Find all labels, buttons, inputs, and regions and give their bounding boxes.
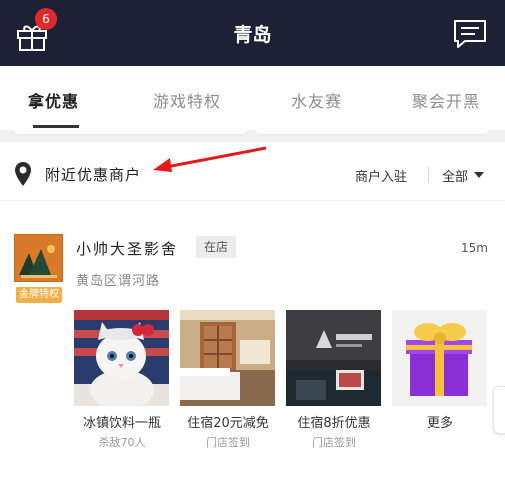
tab-fan-match[interactable]: 水友赛: [291, 88, 342, 112]
merchant-name[interactable]: 小帅大圣影舍: [76, 238, 178, 259]
annotation-arrow: [153, 146, 267, 172]
in-store-tag: 在店: [196, 236, 236, 258]
caret-down-icon[interactable]: [474, 172, 484, 178]
offer-image-cat[interactable]: [74, 310, 169, 406]
more-offers-link[interactable]: 更多: [390, 412, 490, 431]
merchant-join-link[interactable]: 商户入驻: [355, 166, 407, 185]
filter-dropdown[interactable]: 全部: [442, 166, 468, 185]
offer-subtitle: 门店签到: [206, 436, 250, 449]
offer-subtitle: 门店签到: [312, 436, 356, 449]
tab-discounts[interactable]: 拿优惠: [28, 88, 79, 112]
merchant-logo[interactable]: [14, 234, 63, 282]
offer-subtitle: 杀敌70人: [98, 436, 146, 449]
merchant-address: 黄岛区谓河路: [76, 274, 161, 289]
offer-title[interactable]: 住宿8折优惠: [284, 412, 384, 431]
location-pin-icon: [15, 162, 31, 186]
floating-side-button[interactable]: [493, 386, 505, 434]
top-bar: 6 青岛: [0, 0, 505, 66]
offer-title[interactable]: 住宿20元减免: [178, 412, 278, 431]
section-separator: [0, 130, 505, 142]
offer-title[interactable]: 冰镇饮料一瓶: [72, 412, 172, 431]
gold-privilege-badge: 金牌特权: [16, 287, 62, 303]
tab-bar: 拿优惠 游戏特权 水友赛 聚会开黑: [0, 66, 505, 130]
offer-image-lobby[interactable]: [286, 310, 381, 406]
divider: [428, 167, 429, 183]
nearby-title: 附近优惠商户: [45, 166, 142, 184]
offer-image-room[interactable]: [180, 310, 275, 406]
active-tab-indicator: [33, 125, 79, 128]
tab-party[interactable]: 聚会开黑: [412, 88, 480, 112]
page-title: 青岛: [233, 24, 272, 46]
gift-box-icon[interactable]: [392, 310, 487, 406]
message-icon[interactable]: [453, 19, 487, 49]
merchant-distance: 15m: [461, 241, 488, 255]
tab-game-privileges[interactable]: 游戏特权: [153, 88, 221, 112]
